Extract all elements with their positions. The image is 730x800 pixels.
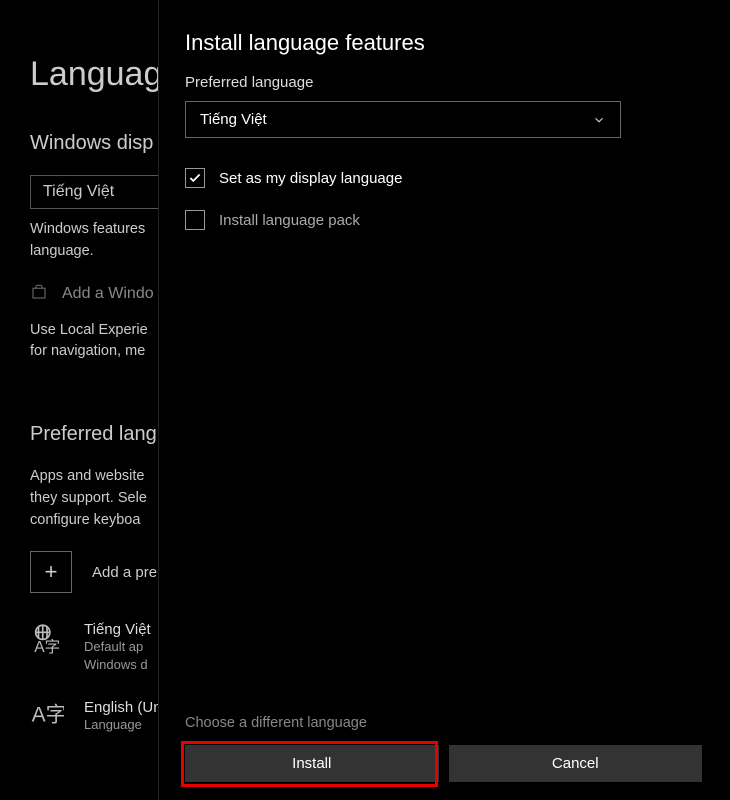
display-language-checkbox-row[interactable]: Set as my display language [185, 168, 702, 188]
dialog-title: Install language features [185, 30, 702, 56]
checkbox-label: Install language pack [219, 212, 360, 229]
language-name: Tiếng Việt [84, 621, 151, 638]
checkbox-label: Set as my display language [219, 170, 402, 187]
dialog-buttons: Install Cancel [185, 745, 702, 782]
svg-text:A字: A字 [32, 703, 64, 726]
cancel-button[interactable]: Cancel [449, 745, 703, 782]
language-letter-icon: A字 [30, 699, 66, 732]
install-language-dialog: Install language features Preferred lang… [158, 0, 728, 800]
install-pack-checkbox-row[interactable]: Install language pack [185, 210, 702, 230]
language-globe-icon: A字 [30, 621, 66, 660]
preferred-language-label: Preferred language [185, 74, 702, 91]
preferred-language-dropdown[interactable]: Tiếng Việt [185, 101, 621, 138]
checkbox-checked[interactable] [185, 168, 205, 188]
dropdown-value: Tiếng Việt [200, 111, 267, 128]
store-icon [30, 283, 48, 306]
svg-text:A字: A字 [34, 638, 60, 655]
install-button[interactable]: Install [185, 745, 439, 782]
plus-icon: + [30, 551, 72, 593]
choose-different-language-link[interactable]: Choose a different language [185, 715, 702, 731]
dropdown-value: Tiếng Việt [43, 183, 114, 200]
checkbox-unchecked[interactable] [185, 210, 205, 230]
chevron-down-icon [592, 113, 606, 127]
language-name: English (Un [84, 699, 162, 716]
